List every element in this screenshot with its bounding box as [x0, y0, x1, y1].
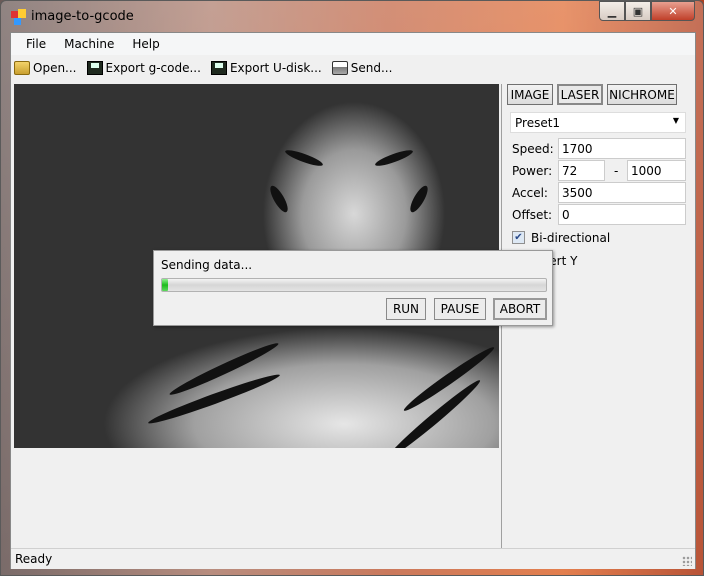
maximize-icon[interactable]: ▣	[625, 1, 651, 21]
power-label: Power:	[512, 164, 553, 178]
open-label: Open...	[33, 61, 77, 75]
folder-open-icon	[14, 61, 30, 75]
export-gcode-label: Export g-code...	[105, 61, 201, 75]
power-min-input[interactable]: 72	[558, 160, 605, 181]
speed-label: Speed:	[512, 142, 554, 156]
menu-help[interactable]: Help	[123, 33, 168, 55]
printer-icon	[331, 61, 348, 75]
window-title: image-to-gcode	[31, 9, 134, 24]
pause-button[interactable]: PAUSE	[434, 298, 486, 320]
bidirectional-label: Bi-directional	[531, 231, 611, 245]
preset-dropdown[interactable]: Preset1 ▼	[510, 112, 686, 133]
floppy-disk-icon	[86, 61, 103, 75]
floppy-disk-icon	[210, 61, 227, 75]
app-window: image-to-gcode ▁ ▣ ✕ File Machine Help O…	[0, 0, 704, 576]
progress-fill	[162, 279, 168, 291]
speed-input[interactable]: 1700	[558, 138, 686, 159]
export-gcode-button[interactable]: Export g-code...	[86, 61, 201, 75]
toolbar: Open... Export g-code... Export U-disk..…	[11, 56, 695, 80]
export-udisk-label: Export U-disk...	[229, 61, 322, 75]
power-separator: -	[614, 164, 619, 178]
offset-input[interactable]: 0	[558, 204, 686, 225]
status-bar: Ready	[11, 548, 695, 569]
run-button[interactable]: RUN	[386, 298, 426, 320]
preset-value: Preset1	[515, 116, 561, 130]
status-text: Ready	[15, 552, 53, 566]
minimize-icon[interactable]: ▁	[599, 1, 625, 21]
offset-label: Offset:	[512, 208, 553, 222]
menu-machine[interactable]: Machine	[55, 33, 123, 55]
close-icon[interactable]: ✕	[651, 1, 695, 21]
menu-file[interactable]: File	[17, 33, 55, 55]
send-label: Send...	[350, 61, 393, 75]
menu-bar: File Machine Help	[11, 33, 695, 55]
abort-button[interactable]: ABORT	[493, 298, 547, 320]
bidirectional-checkbox[interactable]: ✔	[512, 231, 525, 244]
app-icon	[11, 9, 27, 25]
accel-input[interactable]: 3500	[558, 182, 686, 203]
resize-grip-icon[interactable]	[682, 556, 692, 566]
dialog-message: Sending data...	[161, 258, 253, 272]
open-button[interactable]: Open...	[14, 61, 77, 75]
progress-bar	[161, 278, 547, 292]
send-button[interactable]: Send...	[331, 61, 393, 75]
tab-image[interactable]: IMAGE	[507, 84, 553, 105]
tab-laser[interactable]: LASER	[557, 84, 603, 105]
chevron-down-icon[interactable]: ▼	[673, 116, 679, 125]
sending-dialog: Sending data... RUN PAUSE ABORT	[153, 250, 553, 326]
tab-nichrome[interactable]: NICHROME	[607, 84, 677, 105]
power-max-input[interactable]: 1000	[627, 160, 686, 181]
accel-label: Accel:	[512, 186, 548, 200]
export-udisk-button[interactable]: Export U-disk...	[210, 61, 322, 75]
